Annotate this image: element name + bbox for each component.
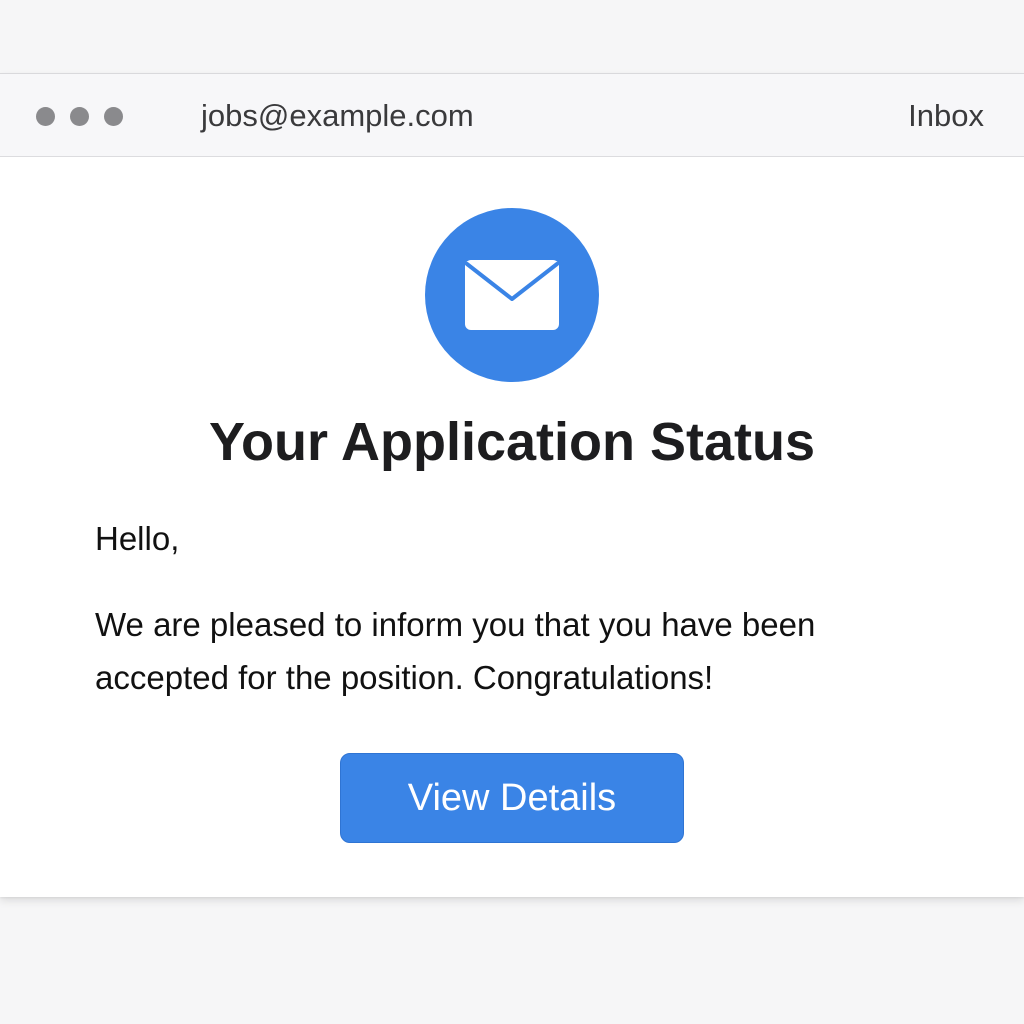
window-dot-icon[interactable] bbox=[70, 107, 89, 126]
email-window: jobs@example.com Inbox Your Application … bbox=[0, 73, 1024, 897]
view-details-button[interactable]: View Details bbox=[340, 753, 684, 843]
title-bar: jobs@example.com Inbox bbox=[0, 74, 1024, 157]
email-message-line: accepted for the position. Congratulatio… bbox=[95, 659, 714, 696]
folder-label[interactable]: Inbox bbox=[908, 96, 984, 136]
sender-address: jobs@example.com bbox=[201, 98, 474, 133]
envelope-icon bbox=[465, 260, 559, 330]
email-greeting: Hello, bbox=[95, 520, 180, 557]
email-message-line: We are pleased to inform you that you ha… bbox=[95, 606, 816, 643]
window-dot-icon[interactable] bbox=[104, 107, 123, 126]
window-dot-icon[interactable] bbox=[36, 107, 55, 126]
envelope-icon-badge bbox=[425, 208, 599, 382]
email-message: We are pleased to inform you that you ha… bbox=[95, 598, 915, 704]
window-controls[interactable] bbox=[36, 107, 123, 126]
email-heading: Your Application Status bbox=[208, 412, 816, 472]
